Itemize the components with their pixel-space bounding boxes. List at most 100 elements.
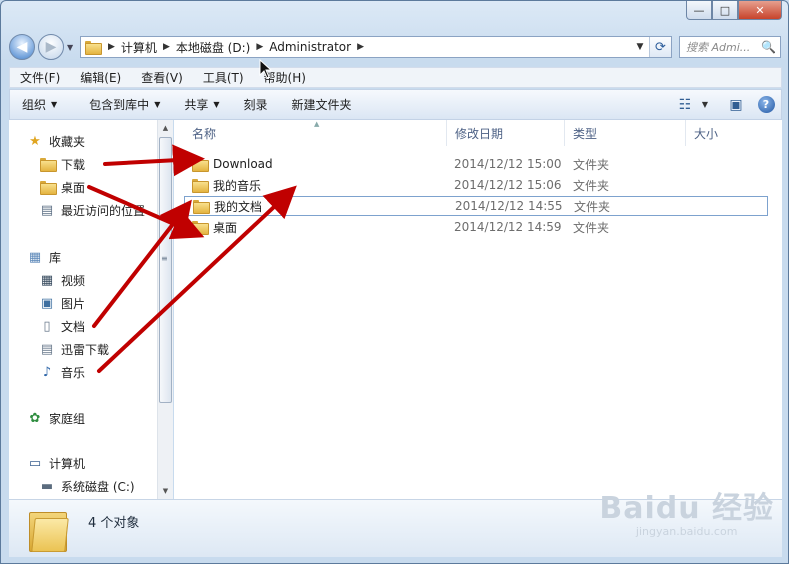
chevron-down-icon: ▼ xyxy=(51,100,58,109)
nav-downloads[interactable]: 下载 xyxy=(39,154,85,174)
nav-label: 家庭组 xyxy=(49,411,86,426)
refresh-icon[interactable]: ⟳ xyxy=(649,37,671,57)
baidu-watermark: Baidu 经验 jingyan.baidu.com xyxy=(599,483,774,538)
grip-icon: ≡ xyxy=(161,254,168,263)
address-bar[interactable]: ▶ 计算机 ▶ 本地磁盘 (D:) ▶ Administrator ▶ ▼ ⟳ xyxy=(80,36,672,58)
scroll-up-icon[interactable]: ▲ xyxy=(158,120,173,136)
file-list: 名称 ▲ 修改日期 类型 大小 Download 2014/12/12 15:0… xyxy=(174,120,782,499)
folder-icon xyxy=(192,179,209,193)
nav-label: 下载 xyxy=(61,157,86,172)
help-button[interactable]: ? xyxy=(751,90,781,119)
column-size[interactable]: 大小 xyxy=(686,120,766,146)
nav-label: 音乐 xyxy=(61,365,86,380)
nav-label: 库 xyxy=(49,250,62,265)
file-row-download[interactable]: Download 2014/12/12 15:00 文件夹 xyxy=(184,154,768,174)
burn-button[interactable]: 刻录 xyxy=(232,90,280,119)
column-date[interactable]: 修改日期 xyxy=(447,120,565,146)
recent-pages-dropdown-icon[interactable]: ▼ xyxy=(67,43,73,52)
menu-view[interactable]: 查看(V) xyxy=(131,68,193,87)
chevron-down-icon[interactable]: ▼ xyxy=(697,90,713,119)
search-placeholder: 搜索 Admi... xyxy=(686,41,751,54)
nav-music[interactable]: ♪ 音乐 xyxy=(39,362,85,382)
folder-icon xyxy=(39,156,57,172)
file-row-my-music[interactable]: 我的音乐 2014/12/12 15:06 文件夹 xyxy=(184,175,768,195)
file-name: 桌面 xyxy=(213,220,238,235)
nav-desktop[interactable]: 桌面 xyxy=(39,177,85,197)
breadcrumb-separator[interactable]: ▶ xyxy=(106,42,117,52)
folder-icon xyxy=(193,200,210,214)
minimize-button[interactable]: — xyxy=(686,1,712,20)
nav-label: 最近访问的位置 xyxy=(61,203,146,218)
breadcrumb-separator[interactable]: ▶ xyxy=(161,42,172,52)
include-library-button[interactable]: 包含到库中 ▼ xyxy=(77,90,172,119)
nav-homegroup[interactable]: ✿ 家庭组 xyxy=(27,408,85,428)
command-bar: 组织 ▼ 包含到库中 ▼ 共享 ▼ 刻录 新建文件夹 ☷ ▼ ▣ ? xyxy=(9,89,782,120)
file-type: 文件夹 xyxy=(574,199,611,214)
folder-icon xyxy=(192,158,209,172)
menu-bar: 文件(F) 编辑(E) 查看(V) 工具(T) 帮助(H) xyxy=(9,67,782,88)
file-row-my-documents[interactable]: 我的文档 2014/12/12 14:55 文件夹 xyxy=(184,196,768,216)
menu-tools[interactable]: 工具(T) xyxy=(193,68,254,87)
document-icon: ▯ xyxy=(43,318,51,334)
view-options-icon[interactable]: ☷ xyxy=(673,90,697,119)
scroll-thumb[interactable] xyxy=(159,137,172,403)
star-icon: ★ xyxy=(29,133,41,149)
nav-xunlei-downloads[interactable]: ▤ 迅雷下载 xyxy=(39,339,109,359)
nav-label: 文档 xyxy=(61,319,86,334)
nav-label: 计算机 xyxy=(49,456,86,471)
maximize-button[interactable]: □ xyxy=(712,1,738,20)
forward-button[interactable]: ▶ xyxy=(38,34,64,60)
menu-file[interactable]: 文件(F) xyxy=(10,68,70,87)
nav-label: 系统磁盘 (C:) xyxy=(61,479,135,494)
forward-arrow-icon: ▶ xyxy=(45,39,57,55)
nav-pictures[interactable]: ▣ 图片 xyxy=(39,293,85,313)
search-input[interactable]: 搜索 Admi... 🔍 xyxy=(679,36,781,58)
breadcrumb-separator[interactable]: ▶ xyxy=(254,42,265,52)
sort-ascending-icon: ▲ xyxy=(314,120,320,128)
folder-icon xyxy=(85,41,102,55)
search-icon[interactable]: 🔍 xyxy=(761,40,776,54)
homegroup-icon: ✿ xyxy=(29,410,41,426)
file-name: Download xyxy=(213,157,273,171)
picture-icon: ▣ xyxy=(40,295,54,311)
nav-buttons: ◀ ▶ ▼ xyxy=(9,34,73,60)
document-icon: ▤ xyxy=(40,341,54,357)
nav-computer[interactable]: ▭ 计算机 xyxy=(27,453,85,473)
nav-scrollbar[interactable]: ▲ ≡ ▼ xyxy=(157,120,173,499)
nav-label: 图片 xyxy=(61,296,86,311)
nav-libraries[interactable]: ▦ 库 xyxy=(27,247,61,267)
navigation-pane: ★ 收藏夹 下载 桌面 ▤ 最近访问的位置 ▦ 库 ▦ 视频 ▣ 图片 ▯ 文档 ▤ 迅雷下载… xyxy=(9,120,173,499)
back-arrow-icon: ◀ xyxy=(16,39,28,55)
breadcrumb-administrator[interactable]: Administrator xyxy=(265,37,355,57)
breadcrumb-computer[interactable]: 计算机 xyxy=(117,37,161,57)
back-button[interactable]: ◀ xyxy=(9,34,35,60)
share-label: 共享 xyxy=(184,98,209,112)
organize-label: 组织 xyxy=(22,98,47,112)
nav-recent[interactable]: ▤ 最近访问的位置 xyxy=(39,200,145,220)
menu-edit[interactable]: 编辑(E) xyxy=(70,68,131,87)
file-name: 我的音乐 xyxy=(213,178,262,193)
caption-buttons: — □ ✕ xyxy=(686,1,782,20)
nav-documents[interactable]: ▯ 文档 xyxy=(39,316,85,336)
file-date: 2014/12/12 14:55 xyxy=(455,199,563,213)
nav-system-disk-c[interactable]: ▬ 系统磁盘 (C:) xyxy=(39,476,135,496)
explorer-window: — □ ✕ ◀ ▶ ▼ ▶ 计算机 ▶ 本地磁盘 (D:) ▶ Administ… xyxy=(0,0,789,564)
preview-pane-icon[interactable]: ▣ xyxy=(721,90,751,119)
nav-videos[interactable]: ▦ 视频 xyxy=(39,270,85,290)
file-row-desktop[interactable]: 桌面 2014/12/12 14:59 文件夹 xyxy=(184,217,768,237)
music-note-icon: ♪ xyxy=(42,364,52,380)
help-icon: ? xyxy=(757,96,775,113)
column-type[interactable]: 类型 xyxy=(565,120,686,146)
nav-label: 桌面 xyxy=(61,180,86,195)
include-library-label: 包含到库中 xyxy=(89,98,150,112)
address-dropdown-icon[interactable]: ▼ xyxy=(631,42,649,52)
breadcrumb-separator[interactable]: ▶ xyxy=(355,42,366,52)
share-button[interactable]: 共享 ▼ xyxy=(172,90,231,119)
new-folder-button[interactable]: 新建文件夹 xyxy=(280,90,364,119)
computer-icon: ▭ xyxy=(28,455,42,471)
scroll-down-icon[interactable]: ▼ xyxy=(158,483,173,499)
nav-favorites[interactable]: ★ 收藏夹 xyxy=(27,131,85,151)
organize-button[interactable]: 组织 ▼ xyxy=(10,90,69,119)
breadcrumb-local-disk-d[interactable]: 本地磁盘 (D:) xyxy=(172,37,254,57)
close-button[interactable]: ✕ xyxy=(738,1,782,20)
